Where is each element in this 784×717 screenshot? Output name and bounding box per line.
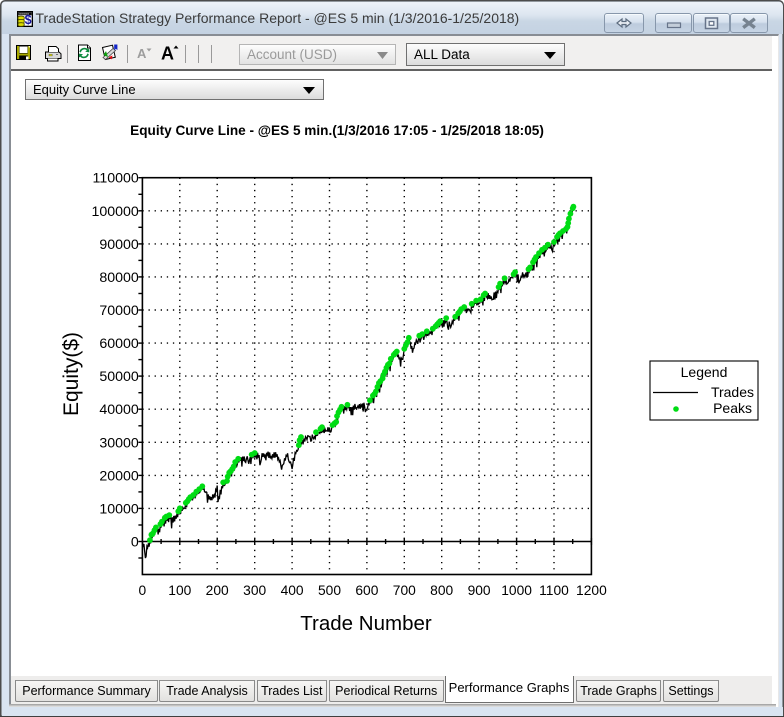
svg-text:900: 900 [468, 583, 491, 598]
svg-text:110000: 110000 [93, 171, 139, 187]
svg-text:200: 200 [206, 583, 229, 598]
svg-text:90000: 90000 [99, 237, 139, 253]
svg-text:700: 700 [393, 583, 416, 598]
svg-text:100: 100 [168, 583, 191, 598]
svg-text:Equity($): Equity($) [60, 332, 83, 416]
svg-text:Trades: Trades [711, 384, 754, 400]
svg-text:400: 400 [281, 583, 304, 598]
svg-text:40000: 40000 [99, 402, 139, 418]
svg-text:100000: 100000 [91, 204, 138, 220]
svg-text:10000: 10000 [99, 501, 139, 517]
svg-text:500: 500 [318, 583, 341, 598]
svg-text:70000: 70000 [99, 303, 139, 319]
svg-text:50000: 50000 [99, 369, 139, 385]
svg-text:0: 0 [131, 535, 139, 551]
svg-text:80000: 80000 [99, 270, 139, 286]
svg-text:1000: 1000 [501, 583, 532, 598]
svg-text:20000: 20000 [99, 468, 139, 484]
svg-text:300: 300 [243, 583, 266, 598]
svg-text:600: 600 [355, 583, 378, 598]
svg-text:Legend: Legend [681, 364, 728, 380]
svg-text:60000: 60000 [99, 336, 139, 352]
svg-text:Trade Number: Trade Number [300, 612, 432, 635]
svg-text:30000: 30000 [99, 435, 139, 451]
svg-text:1100: 1100 [539, 583, 569, 598]
svg-text:0: 0 [139, 583, 147, 598]
svg-text:Peaks: Peaks [713, 400, 752, 416]
svg-text:1200: 1200 [576, 583, 607, 598]
svg-text:800: 800 [430, 583, 453, 598]
